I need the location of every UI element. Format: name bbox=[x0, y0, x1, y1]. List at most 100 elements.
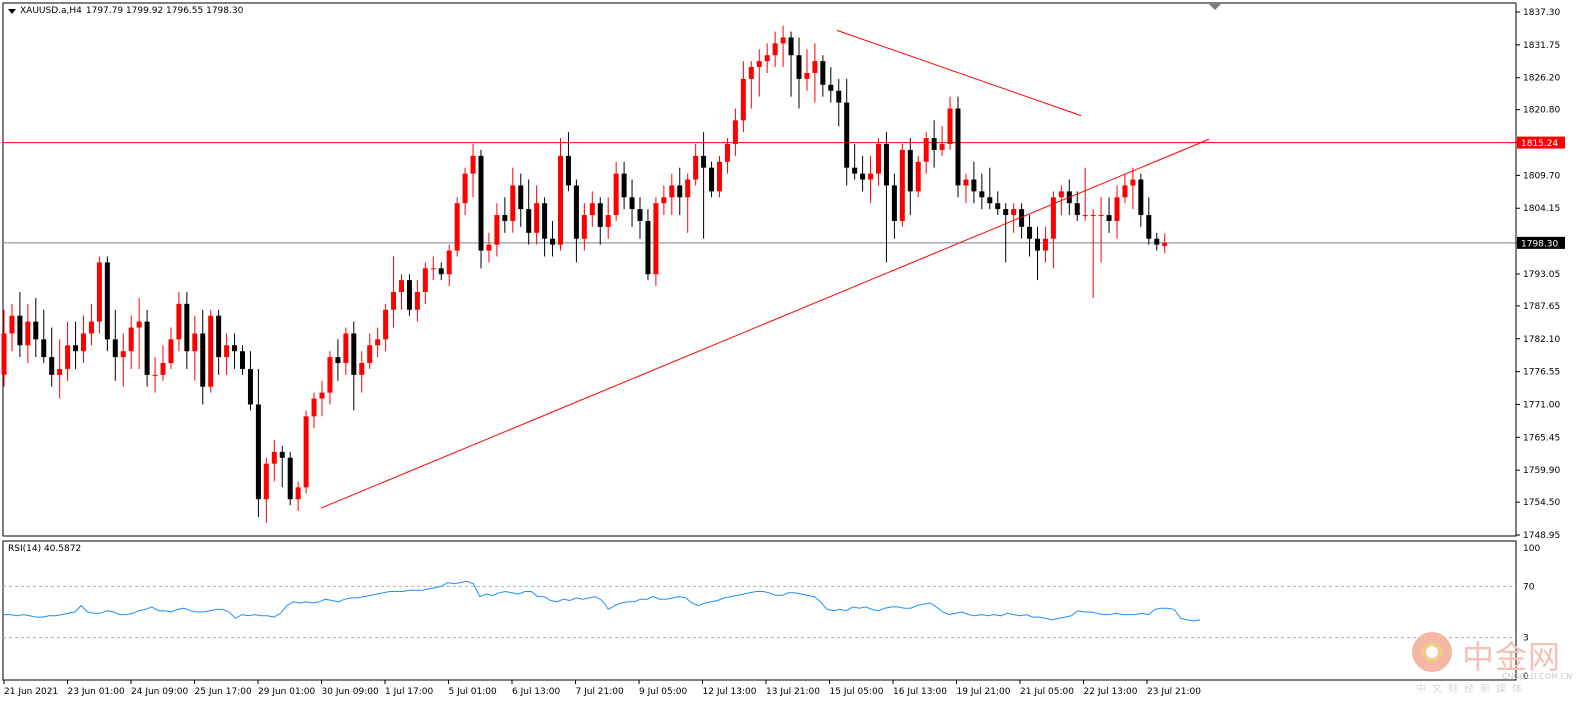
candle-body bbox=[1106, 215, 1112, 221]
candle-body bbox=[255, 404, 261, 500]
candle-body bbox=[852, 167, 858, 174]
candle-body bbox=[987, 197, 993, 204]
candle bbox=[263, 457, 269, 523]
candle-body bbox=[383, 309, 389, 340]
candle-body bbox=[1138, 179, 1144, 216]
candlesticks bbox=[1, 25, 1168, 523]
candle-body bbox=[160, 363, 166, 375]
candle-body bbox=[1154, 238, 1160, 245]
candle bbox=[335, 339, 341, 381]
candle-body bbox=[1146, 215, 1152, 239]
candle-body bbox=[526, 209, 532, 233]
rsi-line bbox=[4, 580, 1201, 622]
horizontal-levels[interactable]: 1815.24 1798.30 bbox=[3, 136, 1565, 250]
candle bbox=[732, 108, 738, 156]
candle bbox=[724, 138, 730, 174]
candle bbox=[255, 368, 261, 517]
candle-body bbox=[120, 351, 126, 358]
candle bbox=[303, 410, 309, 494]
candle bbox=[1090, 209, 1096, 298]
candle bbox=[915, 155, 921, 198]
falling-trendline[interactable] bbox=[836, 29, 1082, 117]
price-chart[interactable]: 1837.30 1831.75 1826.20 1820.80 1809.70 1804.… bbox=[0, 0, 1583, 711]
candle-body bbox=[891, 185, 897, 221]
candle bbox=[701, 132, 707, 239]
candle bbox=[319, 380, 325, 417]
candle-body bbox=[518, 185, 524, 210]
candle-body bbox=[1027, 226, 1033, 239]
candle-body bbox=[717, 161, 722, 192]
time-tick-label: 5 Jul 01:00 bbox=[449, 687, 498, 697]
watermark-sub: 中文财经新媒体 bbox=[1416, 684, 1528, 695]
rising-trendline[interactable] bbox=[320, 138, 1210, 509]
candle-body bbox=[494, 215, 500, 245]
candle-body bbox=[232, 345, 238, 352]
candle bbox=[1027, 215, 1033, 257]
candle-body bbox=[57, 368, 63, 375]
candle bbox=[518, 173, 524, 227]
candle bbox=[271, 439, 277, 482]
candle bbox=[430, 256, 436, 281]
candle bbox=[907, 138, 913, 216]
candle-body bbox=[820, 61, 826, 85]
candle-body bbox=[96, 262, 102, 322]
candle bbox=[876, 138, 881, 186]
time-tick-label: 30 Jun 09:00 bbox=[322, 687, 379, 697]
candle bbox=[1138, 173, 1144, 227]
time-tick-label: 25 Jun 17:00 bbox=[195, 687, 252, 697]
candle bbox=[510, 167, 516, 233]
candle-body bbox=[144, 321, 150, 375]
candle-body bbox=[367, 345, 373, 364]
candle-body bbox=[788, 37, 794, 56]
cngold-logo-inner-icon bbox=[1422, 642, 1442, 662]
candle-body bbox=[192, 333, 198, 352]
candle-body bbox=[279, 451, 285, 458]
candle bbox=[144, 309, 150, 387]
candle-body bbox=[621, 173, 627, 198]
candle bbox=[208, 309, 214, 393]
candle-body bbox=[860, 173, 866, 180]
dropdown-triangle-icon[interactable] bbox=[8, 8, 16, 14]
candle-body bbox=[899, 149, 905, 221]
candle-body bbox=[955, 108, 961, 186]
candle-body bbox=[772, 43, 778, 56]
candle bbox=[232, 333, 238, 369]
candle bbox=[1114, 185, 1120, 239]
rsi-series bbox=[4, 580, 1201, 622]
shift-marker-icon[interactable] bbox=[1209, 4, 1221, 10]
candle-body bbox=[542, 203, 548, 239]
candle-body bbox=[796, 55, 802, 79]
candle-body bbox=[470, 155, 476, 174]
price-tick-label: 1804.15 bbox=[1523, 204, 1560, 214]
candle-body bbox=[661, 197, 667, 204]
candle-body bbox=[645, 220, 651, 275]
candle bbox=[176, 291, 182, 352]
candle bbox=[836, 78, 842, 127]
candle bbox=[661, 185, 667, 216]
candle bbox=[868, 155, 874, 204]
candle bbox=[1035, 226, 1040, 281]
candle-body bbox=[915, 161, 921, 192]
candle bbox=[653, 197, 659, 287]
candle bbox=[597, 197, 603, 245]
candle-body bbox=[629, 197, 635, 210]
candle-body bbox=[907, 149, 913, 192]
candle bbox=[844, 78, 850, 186]
price-tick-label: 1748.95 bbox=[1523, 531, 1560, 541]
candle bbox=[351, 321, 357, 411]
candle-body bbox=[510, 185, 516, 221]
trendlines[interactable] bbox=[320, 29, 1210, 509]
candle-body bbox=[995, 203, 1001, 210]
candle-body bbox=[1130, 179, 1136, 186]
candle bbox=[192, 315, 198, 381]
candle-body bbox=[971, 179, 977, 192]
candle-body bbox=[756, 61, 762, 68]
candle-body bbox=[224, 345, 230, 358]
rsi-tick-label: 70 bbox=[1523, 582, 1535, 592]
candle bbox=[740, 61, 746, 133]
candle-body bbox=[41, 339, 47, 358]
watermark: 中金网 CNGOLD.COM.CN 中文财经新媒体 bbox=[1410, 630, 1572, 695]
rsi-tick-label: 100 bbox=[1523, 544, 1540, 554]
candle-body bbox=[152, 374, 158, 376]
candle-body bbox=[1162, 242, 1168, 246]
